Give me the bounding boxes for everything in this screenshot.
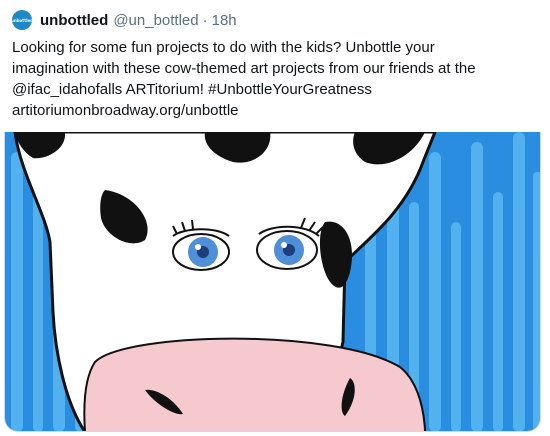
tweet-text-line: Looking for some fun projects to do with… bbox=[12, 39, 435, 56]
tweet-text-line[interactable]: artitoriumonbroadway.org/unbottle bbox=[12, 100, 538, 121]
tweet-timestamp[interactable]: 18h bbox=[212, 12, 237, 29]
author-handle[interactable]: @un_bottled bbox=[113, 12, 198, 29]
tweet-card[interactable]: unbottled unbottled @un_bottled · 18h Lo… bbox=[0, 0, 550, 436]
cow-painting-image bbox=[5, 132, 540, 431]
tweet-text: Looking for some fun projects to do with… bbox=[12, 37, 538, 121]
tweet-text-line[interactable]: @ifac_idahofalls ARTitorium! #UnbottleYo… bbox=[12, 79, 538, 100]
author-display-name[interactable]: unbottled bbox=[40, 12, 108, 29]
tweet-header: unbottled unbottled @un_bottled · 18h bbox=[12, 8, 237, 32]
avatar[interactable]: unbottled bbox=[12, 10, 32, 30]
tweet-media-image[interactable] bbox=[4, 132, 541, 432]
tweet-text-line: imagination with these cow-themed art pr… bbox=[12, 60, 476, 77]
avatar-logo-text: unbottled bbox=[12, 17, 32, 23]
separator-dot: · bbox=[202, 11, 208, 29]
